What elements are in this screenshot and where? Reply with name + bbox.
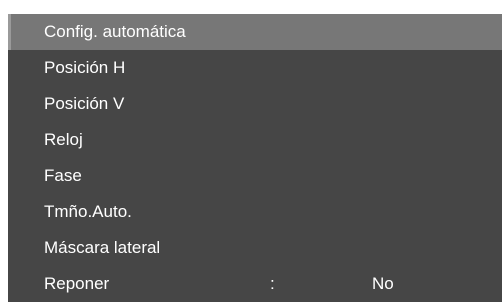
- menu-item-label: Tmño.Auto.: [44, 202, 132, 221]
- menu-item-v-position[interactable]: Posición V: [8, 86, 502, 122]
- reset-value: No: [372, 274, 394, 293]
- menu-item-phase[interactable]: Fase: [8, 158, 502, 194]
- menu-item-label: Posición H: [44, 58, 126, 77]
- menu-item-label: Posición V: [44, 94, 125, 113]
- menu-item-label: Reloj: [44, 130, 83, 149]
- osd-menu: Config. automática Posición H Posición V…: [8, 14, 502, 302]
- menu-item-label: Config. automática: [44, 22, 186, 41]
- menu-item-auto-config[interactable]: Config. automática: [8, 14, 502, 50]
- menu-item-label: Fase: [44, 166, 82, 185]
- menu-item-reset[interactable]: Reponer : No: [8, 266, 502, 302]
- menu-item-label: Reponer: [44, 274, 110, 293]
- menu-item-h-position[interactable]: Posición H: [8, 50, 502, 86]
- value-separator: :: [270, 274, 275, 293]
- menu-item-auto-size[interactable]: Tmño.Auto.: [8, 194, 502, 230]
- menu-item-side-mask[interactable]: Máscara lateral: [8, 230, 502, 266]
- menu-item-clock[interactable]: Reloj: [8, 122, 502, 158]
- menu-item-label: Máscara lateral: [44, 238, 161, 257]
